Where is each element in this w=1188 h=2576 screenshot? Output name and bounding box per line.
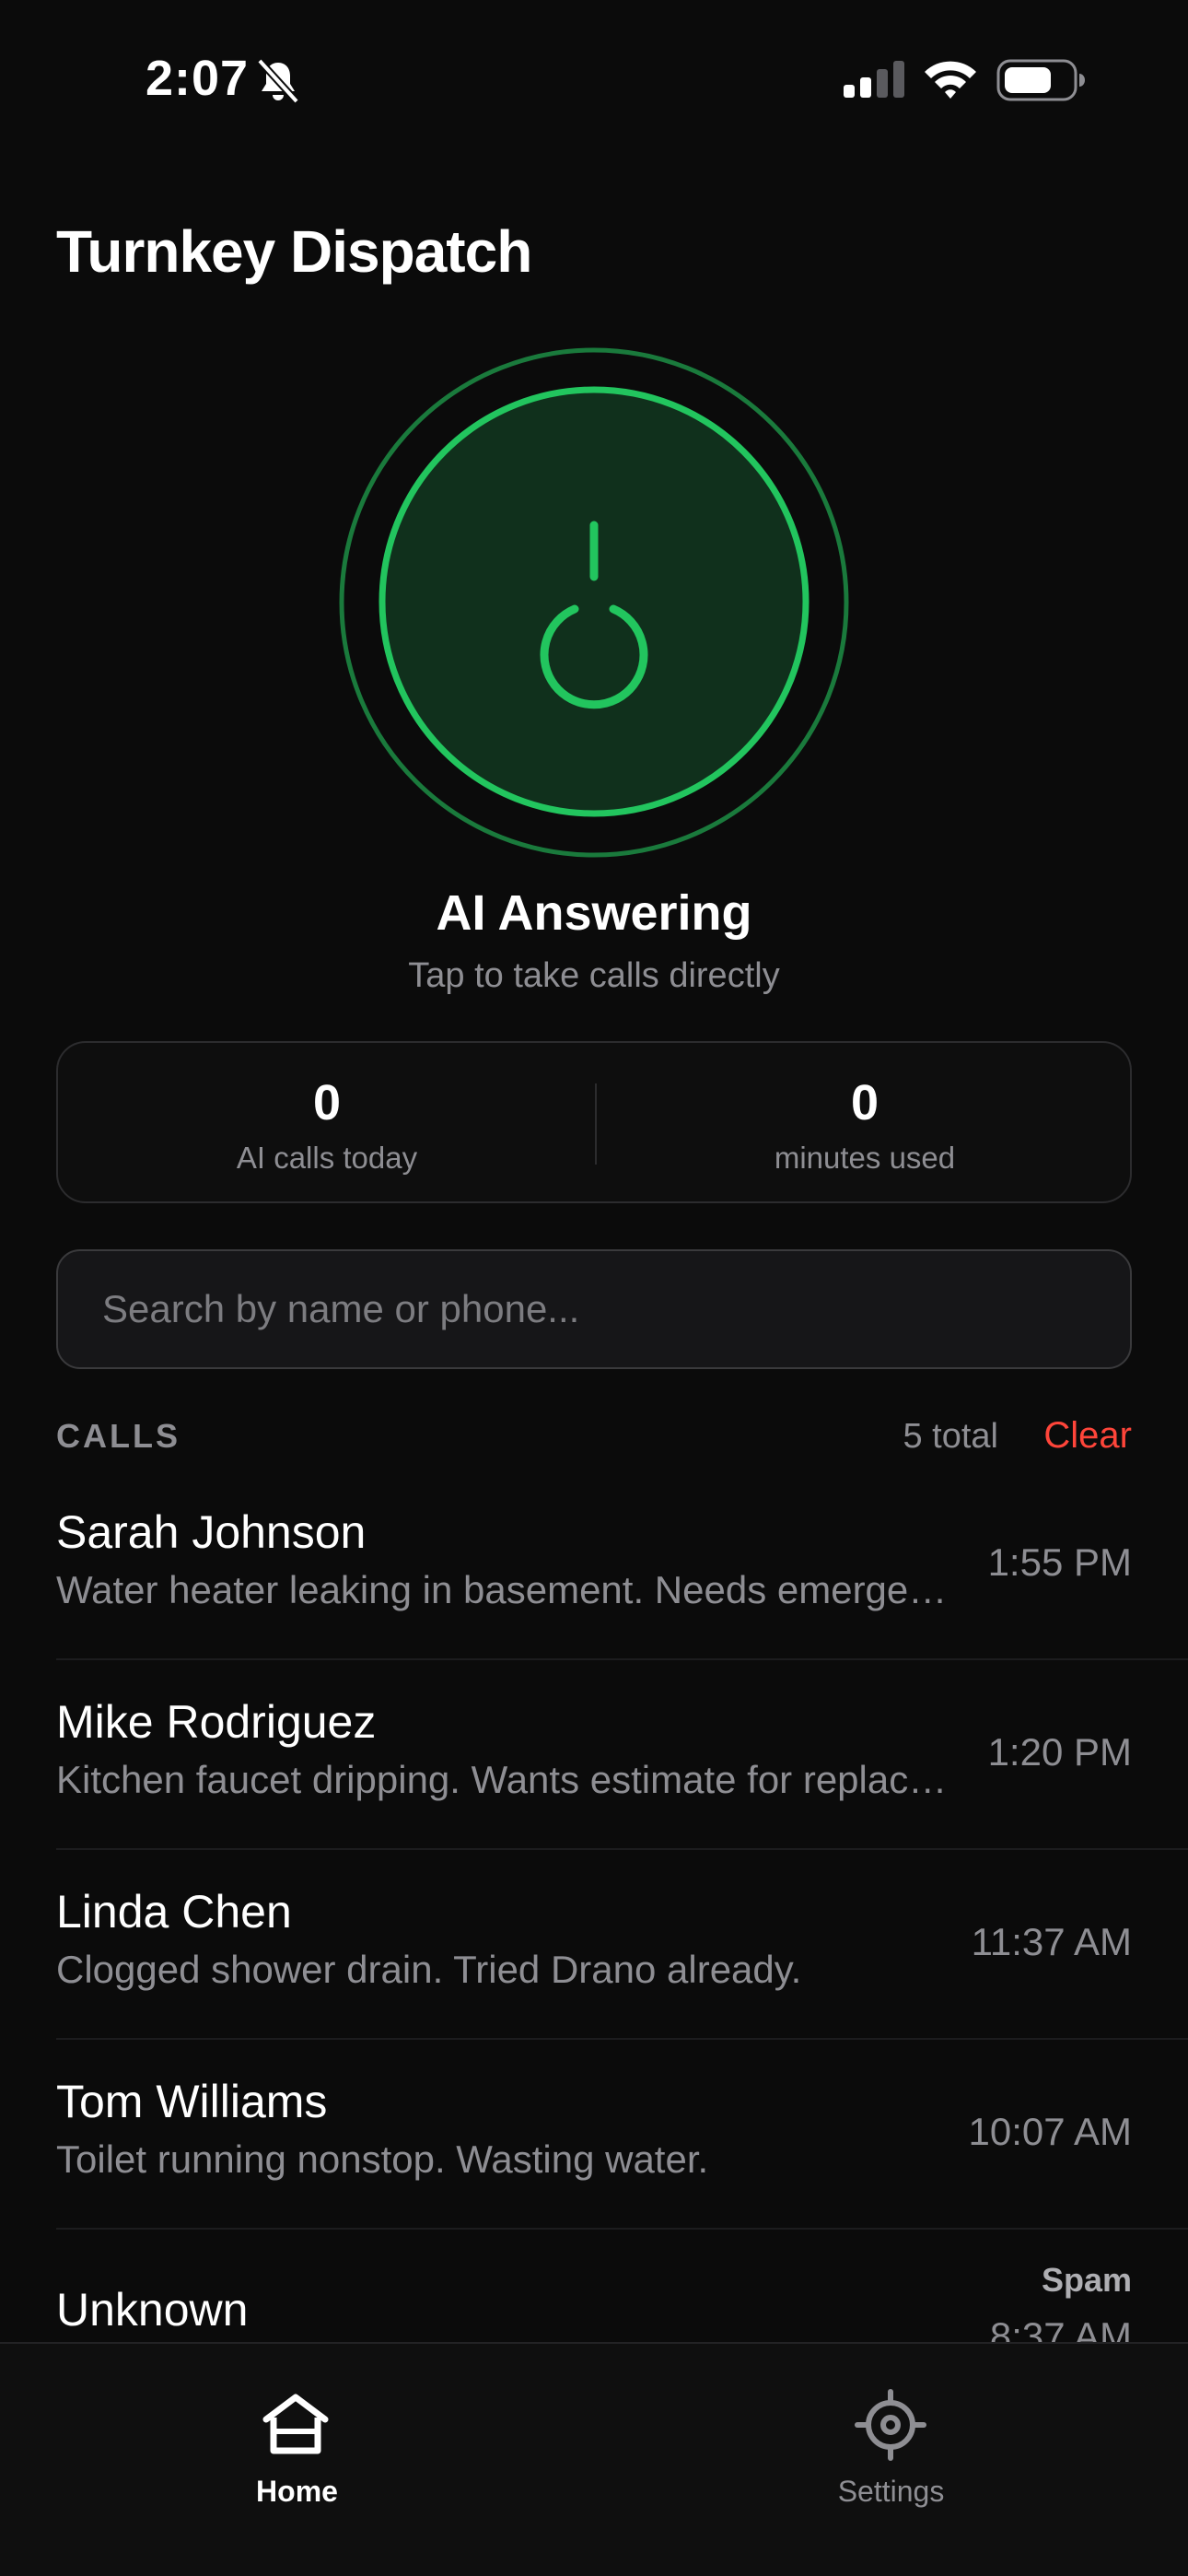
tab-bar: Home Settings: [0, 2342, 1188, 2576]
stat-minutes-used: 0 minutes used: [596, 1043, 1134, 1205]
stat-label: minutes used: [774, 1141, 956, 1175]
call-time: 1:55 PM: [987, 1540, 1132, 1584]
call-list-item[interactable]: Unknown Spam 8:37 AM: [56, 2230, 1188, 2342]
tab-home[interactable]: Home: [0, 2344, 594, 2528]
stat-ai-calls-today: 0 AI calls today: [58, 1043, 596, 1205]
ai-answering-power-button[interactable]: [378, 385, 810, 818]
app-screen: 2:07 Turnkey Dispatch AI Answering Tap t…: [0, 0, 1188, 2576]
app-title: Turnkey Dispatch: [56, 218, 532, 285]
tab-label: Home: [256, 2475, 338, 2508]
status-bar: 2:07: [0, 0, 1188, 157]
stat-value: 0: [312, 1075, 342, 1130]
tab-label: Settings: [837, 2475, 945, 2508]
tab-settings[interactable]: Settings: [594, 2344, 1188, 2528]
battery-icon: [996, 59, 1085, 101]
bell-muted-icon: [257, 58, 299, 104]
call-time: 8:37 AM: [989, 2314, 1132, 2342]
call-summary: Clogged shower drain. Tried Drano alread…: [56, 1948, 802, 1991]
stats-card: 0 AI calls today 0 minutes used: [56, 1041, 1132, 1203]
stat-label: AI calls today: [236, 1141, 418, 1175]
clear-calls-button[interactable]: Clear: [1043, 1415, 1132, 1457]
caller-name: Unknown: [56, 2284, 249, 2336]
call-time: 10:07 AM: [968, 2110, 1132, 2153]
caller-name: Mike Rodriguez: [56, 1696, 377, 1748]
stat-value: 0: [850, 1075, 879, 1130]
call-time: 11:37 AM: [971, 1920, 1132, 1963]
call-summary: Kitchen faucet dripping. Wants estimate …: [56, 1758, 959, 1801]
call-time: 1:20 PM: [987, 1730, 1132, 1774]
mode-subtitle: Tap to take calls directly: [408, 956, 780, 995]
caller-name: Tom Williams: [56, 2076, 328, 2127]
settings-icon: [855, 2389, 926, 2461]
home-icon: [262, 2394, 329, 2454]
cellular-signal-icon: [844, 61, 904, 98]
calls-section-label: CALLS: [56, 1417, 181, 1455]
caller-name: Sarah Johnson: [56, 1506, 367, 1558]
call-list-item[interactable]: Mike Rodriguez Kitchen faucet dripping. …: [56, 1660, 1188, 1850]
call-summary: Water heater leaking in basement. Needs …: [56, 1568, 959, 1611]
search-input[interactable]: [56, 1249, 1132, 1369]
call-list-item[interactable]: Sarah Johnson Water heater leaking in ba…: [56, 1470, 1188, 1660]
wifi-icon: [925, 61, 976, 99]
call-list-item[interactable]: Tom Williams Toilet running nonstop. Was…: [56, 2040, 1188, 2230]
calls-list[interactable]: Sarah Johnson Water heater leaking in ba…: [56, 1470, 1188, 2342]
call-list-item[interactable]: Linda Chen Clogged shower drain. Tried D…: [56, 1850, 1188, 2040]
spam-badge: Spam: [1041, 2261, 1132, 2299]
mode-title: AI Answering: [436, 885, 752, 941]
call-summary: Toilet running nonstop. Wasting water.: [56, 2137, 709, 2181]
calls-total-count: 5 total: [903, 1417, 998, 1456]
status-time: 2:07: [146, 51, 250, 106]
caller-name: Linda Chen: [56, 1886, 292, 1938]
